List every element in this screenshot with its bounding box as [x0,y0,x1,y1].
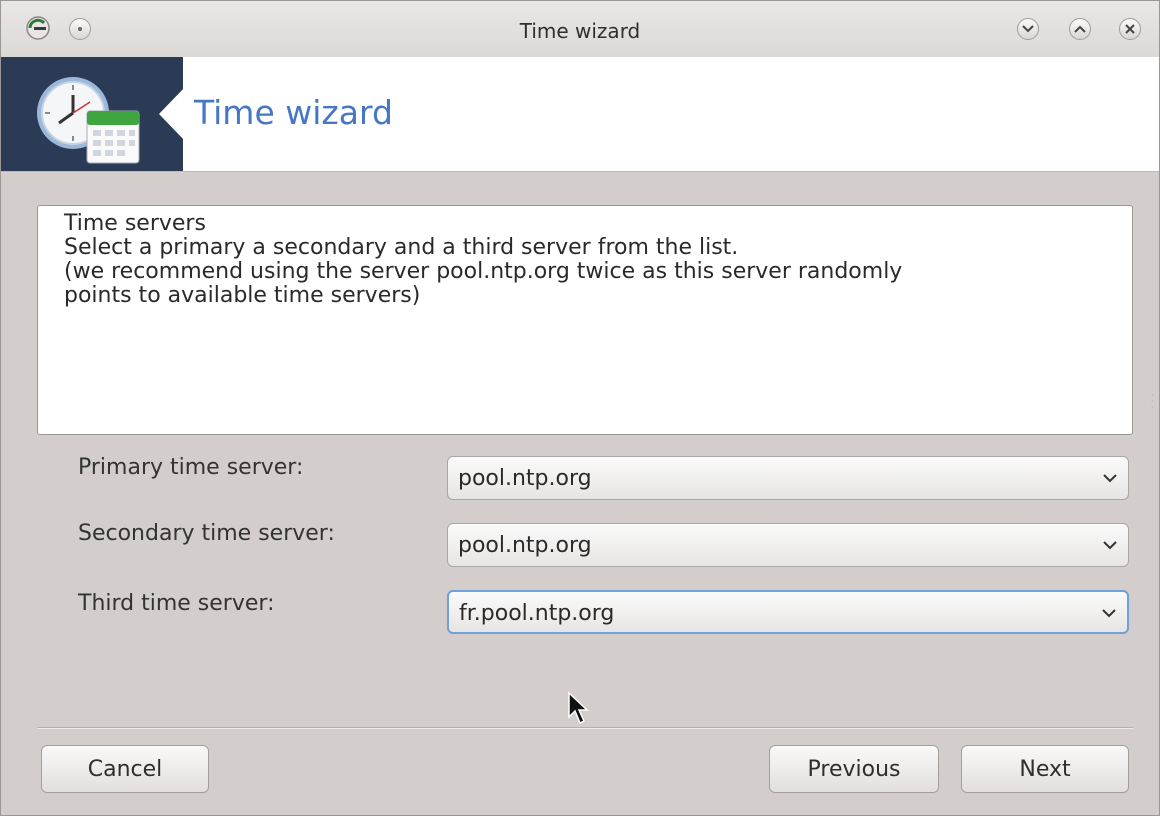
third-server-value: fr.pool.ntp.org [459,601,615,626]
previous-button[interactable]: Previous [769,745,939,793]
chevron-down-icon [1102,467,1118,493]
third-server-select[interactable]: fr.pool.ntp.org [447,590,1129,634]
time-wizard-window: Time wizard Time wizard Time servers Sel… [0,0,1160,816]
title-bar[interactable]: Time wizard [1,1,1159,58]
description-line: Select a primary a secondary and a third… [64,235,739,260]
banner-arrow [159,87,185,141]
chevron-down-icon [1102,534,1118,560]
banner-title: Time wizard [194,93,393,132]
secondary-server-label: Secondary time server: [78,521,335,546]
description-box: Time servers Select a primary a secondar… [37,205,1133,435]
description-heading: Time servers [64,211,206,236]
chevron-down-icon [1101,602,1117,628]
primary-server-label: Primary time server: [78,455,304,480]
primary-server-select[interactable]: pool.ntp.org [447,456,1129,500]
clock-calendar-icon [35,75,147,169]
description-line: points to available time servers) [64,283,421,308]
button-separator [37,727,1133,729]
mouse-pointer-icon [567,691,591,731]
description-line: (we recommend using the server pool.ntp.… [64,259,903,284]
chevron-down-icon[interactable] [1017,18,1039,40]
secondary-server-select[interactable]: pool.ntp.org [447,523,1129,567]
third-server-label: Third time server: [78,591,275,616]
resize-grip[interactable]: · · · [1151,392,1154,412]
banner-icon-panel [1,57,185,171]
cancel-button[interactable]: Cancel [41,745,209,793]
wizard-banner: Time wizard [1,57,1159,172]
close-icon[interactable] [1119,18,1141,40]
window-title: Time wizard [519,19,641,43]
secondary-server-value: pool.ntp.org [458,533,592,558]
primary-server-value: pool.ntp.org [458,466,592,491]
chevron-up-icon[interactable] [1069,18,1091,40]
next-button[interactable]: Next [961,745,1129,793]
